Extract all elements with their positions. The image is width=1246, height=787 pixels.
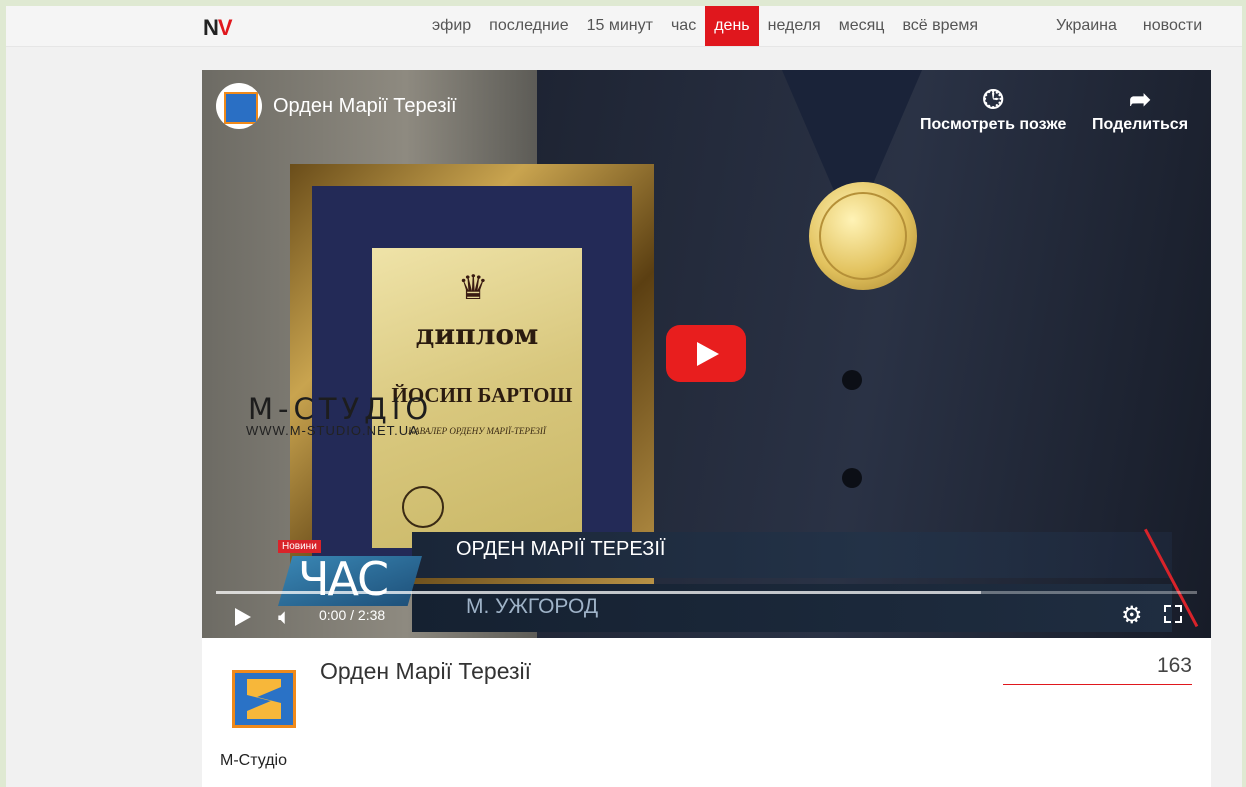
logo-letter-n: N	[203, 15, 219, 40]
channel-avatar-mark	[247, 679, 281, 719]
nav-item-latest[interactable]: последние	[480, 6, 577, 46]
nav-item-hour[interactable]: час	[662, 6, 705, 46]
show-name: ЧАС	[298, 552, 389, 606]
studio-watermark-url: WWW.M-STUDIO.NET.UA	[246, 423, 419, 438]
medal-ring	[819, 192, 907, 280]
nav-item-all-time[interactable]: всё время	[893, 6, 987, 46]
nav-item-15-minutes[interactable]: 15 минут	[578, 6, 662, 46]
browser-frame-left	[0, 0, 6, 787]
section-nav: Украина новости	[1043, 6, 1215, 46]
fullscreen-icon[interactable]	[1164, 605, 1182, 623]
ticker-place: М. УЖГОРОД	[466, 595, 599, 618]
view-count-underline	[1003, 684, 1192, 685]
browser-frame-right	[1242, 0, 1246, 787]
diploma-seal-icon	[402, 486, 444, 528]
nav-item-live[interactable]: эфир	[423, 6, 480, 46]
channel-name[interactable]: М-Студіо	[220, 752, 287, 770]
share-arrow-icon: ➦	[1129, 84, 1151, 114]
studio-watermark: М-СТУДІО	[248, 392, 434, 426]
watch-later-button[interactable]: 🕒︎ Посмотреть позже	[920, 84, 1066, 134]
nav-item-month[interactable]: месяц	[830, 6, 894, 46]
suit-button	[842, 370, 862, 390]
volume-icon[interactable]: 🔈︎	[278, 604, 291, 630]
clock-icon: 🕒︎	[982, 84, 1004, 114]
time-filter-nav: эфир последние 15 минут час день неделя …	[423, 6, 987, 46]
progress-bar[interactable]	[216, 591, 1197, 594]
site-logo[interactable]: NV	[203, 15, 233, 41]
top-navigation: NV эфир последние 15 минут час день неде…	[6, 6, 1242, 47]
video-title[interactable]: Орден Марії Терезії	[273, 95, 457, 118]
medal-icon	[809, 182, 917, 290]
nav-item-day[interactable]: день	[705, 6, 759, 46]
play-icon[interactable]	[235, 608, 251, 626]
channel-avatar[interactable]	[232, 670, 296, 728]
time-display: 0:00 / 2:38	[319, 607, 386, 623]
share-label: Поделиться	[1092, 116, 1189, 133]
view-count: 163	[1156, 654, 1192, 677]
watch-later-label: Посмотреть позже	[920, 116, 1067, 133]
channel-logo-icon[interactable]	[216, 83, 262, 129]
channel-logo-mark	[224, 92, 258, 124]
nav-item-news[interactable]: новости	[1130, 6, 1215, 46]
nav-item-week[interactable]: неделя	[759, 6, 830, 46]
video-player[interactable]: ♛ диплом ЙОСИП БАРТОШ КАВАЛЕР ОРДЕНУ МАР…	[202, 70, 1211, 638]
nav-item-ukraine[interactable]: Украина	[1043, 6, 1130, 46]
diploma-frame: ♛ диплом ЙОСИП БАРТОШ КАВАЛЕР ОРДЕНУ МАР…	[290, 164, 654, 584]
video-card: ♛ диплом ЙОСИП БАРТОШ КАВАЛЕР ОРДЕНУ МАР…	[202, 70, 1211, 787]
diploma-title: диплом	[415, 318, 539, 351]
gear-icon[interactable]: ⚙︎	[1121, 601, 1143, 630]
video-heading[interactable]: Орден Марії Терезії	[320, 658, 531, 685]
ticker-headline: ОРДЕН МАРІЇ ТЕРЕЗІЇ	[456, 538, 666, 560]
share-button[interactable]: ➦ Поделиться	[1092, 84, 1188, 134]
diploma-mat: ♛ диплом ЙОСИП БАРТОШ КАВАЛЕР ОРДЕНУ МАР…	[312, 186, 632, 564]
big-play-button[interactable]	[666, 325, 746, 382]
logo-letter-v: V	[217, 15, 233, 40]
eagle-emblem-icon: ♛	[458, 269, 489, 307]
suit-button	[842, 468, 862, 488]
play-icon	[697, 342, 719, 366]
progress-loaded	[216, 591, 982, 594]
